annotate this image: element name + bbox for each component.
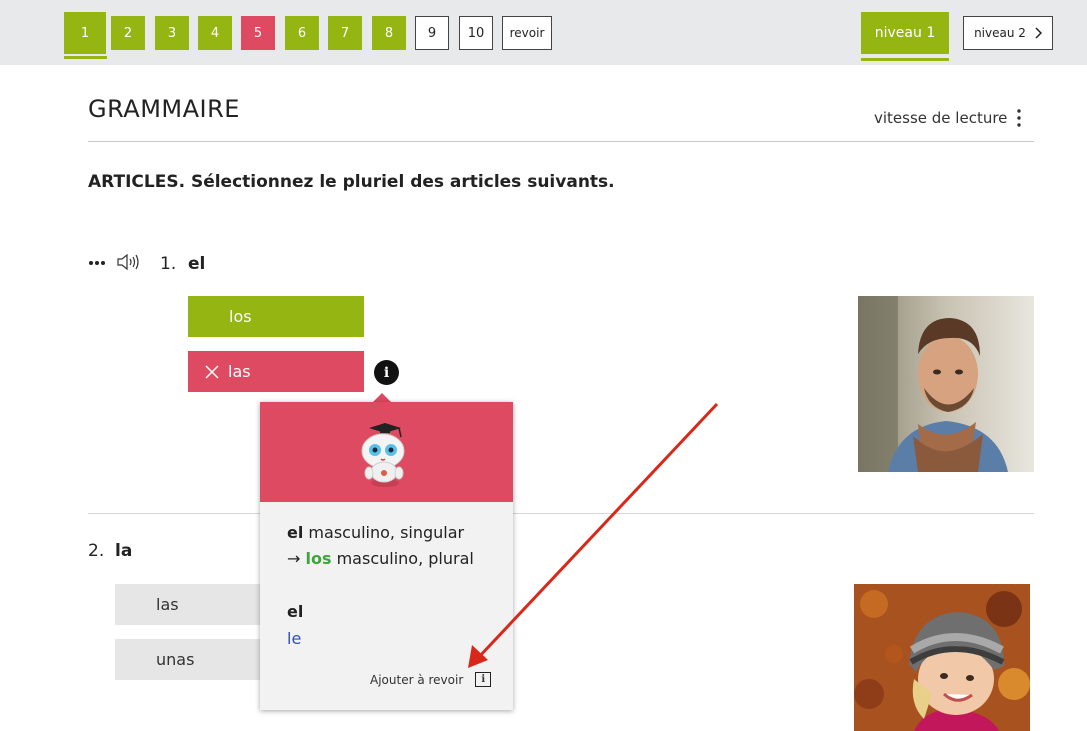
question-tab-8[interactable]: 8	[372, 16, 406, 50]
more-options-icon[interactable]	[88, 260, 106, 266]
question-tab-2[interactable]: 2	[111, 16, 145, 50]
question-1-number: 1.	[160, 254, 177, 274]
active-level-indicator	[861, 58, 949, 61]
question-2-word: la	[115, 541, 133, 561]
active-question-indicator	[64, 56, 107, 59]
add-to-review-button[interactable]: Ajouter à revoir i	[370, 672, 492, 687]
speaker-icon[interactable]	[116, 252, 142, 272]
question-1-word: el	[188, 254, 206, 274]
popover-plural-desc: masculino, plural	[331, 549, 474, 568]
header-divider	[88, 141, 1034, 142]
question-tab-4[interactable]: 4	[198, 16, 232, 50]
popover-rule-singular: el masculino, singular	[287, 523, 464, 542]
question-tab-6[interactable]: 6	[285, 16, 319, 50]
page-title: GRAMMAIRE	[88, 95, 240, 123]
question-tab-3[interactable]: 3	[155, 16, 189, 50]
popover-vocab-word: el	[287, 602, 304, 621]
chevron-right-icon	[1035, 27, 1042, 39]
mascot-robot-icon	[361, 423, 405, 487]
question-tab-10[interactable]: 10	[459, 16, 493, 50]
answer-option-label: los	[229, 307, 252, 326]
answer-option-label: las	[228, 362, 251, 381]
question-2-number: 2.	[88, 541, 105, 561]
level-1-button[interactable]: niveau 1	[861, 12, 949, 54]
level-2-button[interactable]: niveau 2	[963, 16, 1053, 50]
question-tab-9[interactable]: 9	[415, 16, 449, 50]
add-to-review-label: Ajouter à revoir	[370, 672, 464, 687]
popover-singular-desc: masculino, singular	[303, 523, 465, 542]
question-tab-7[interactable]: 7	[328, 16, 362, 50]
question-tab-5[interactable]: 5	[241, 16, 275, 50]
kebab-menu-icon[interactable]	[1017, 109, 1022, 127]
review-tab[interactable]: revoir	[502, 16, 552, 50]
popover-header	[260, 402, 513, 502]
question-2-photo	[854, 584, 1030, 731]
answer-option-correct[interactable]: los	[188, 296, 364, 337]
popover-correct-answer: los	[305, 549, 332, 568]
answer-option-wrong[interactable]: las	[188, 351, 364, 392]
reading-speed-menu[interactable]: vitesse de lecture	[874, 109, 1022, 127]
answer-option-label: unas	[156, 650, 195, 669]
grammar-tip-popover: el masculino, singular → los masculino, …	[260, 402, 513, 710]
reading-speed-label: vitesse de lecture	[874, 109, 1008, 127]
question-1-photo	[858, 296, 1034, 472]
popover-rule-plural: → los masculino, plural	[287, 549, 474, 568]
level-2-label: niveau 2	[974, 26, 1026, 40]
popover-arrow-symbol: →	[287, 549, 306, 568]
popover-article-bold: el	[287, 523, 304, 542]
question-tab-1[interactable]: 1	[64, 12, 106, 54]
popover-translation-link[interactable]: le	[287, 629, 301, 648]
answer-option[interactable]: las	[115, 584, 260, 625]
answer-option[interactable]: unas	[115, 639, 260, 680]
answer-option-label: las	[156, 595, 179, 614]
info-icon[interactable]: i	[374, 360, 399, 385]
close-icon	[205, 364, 219, 379]
question-nav-bar: 1 2 3 4 5 6 7 8 9 10 revoir niveau 1 niv…	[0, 0, 1087, 65]
exercise-instructions: ARTICLES. Sélectionnez le pluriel des ar…	[88, 172, 615, 192]
question-divider	[88, 513, 1034, 514]
info-icon: i	[475, 672, 492, 687]
